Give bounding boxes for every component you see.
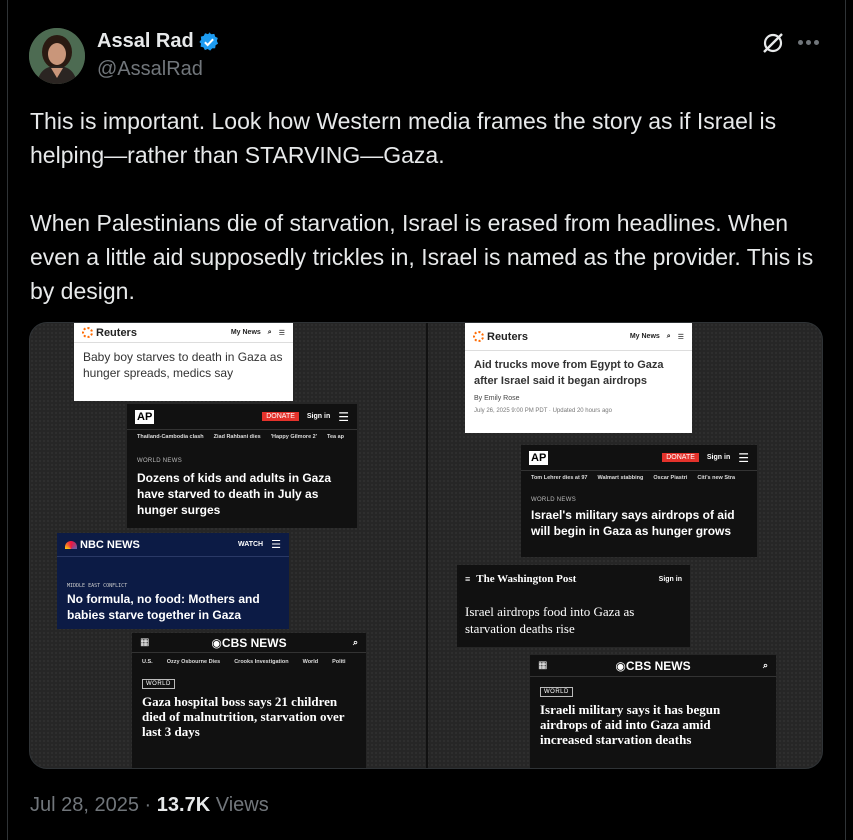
handle[interactable]: @AssalRad bbox=[97, 58, 203, 81]
tweet-meta: Jul 28, 2025 · 13.7K Views bbox=[30, 794, 269, 817]
tweet-date[interactable]: Jul 28, 2025 bbox=[30, 794, 139, 816]
ap-card-right: AP DONATE Sign in ☰ Tom Lehrer dies at 9… bbox=[521, 445, 757, 557]
cbs-card-left: ▦ ◉CBS NEWS ⌕ U.S. Ozzy Osbourne Dies Cr… bbox=[132, 633, 366, 768]
sign-in-link: Sign in bbox=[658, 575, 682, 583]
headline: Aid trucks move from Egypt to Gaza after… bbox=[474, 359, 664, 387]
nav-item: Crooks Investigation bbox=[234, 659, 289, 665]
nav-item: 'Happy Gilmore 2' bbox=[270, 434, 318, 440]
search-icon: ⌕ bbox=[762, 660, 768, 670]
nbc-card: NBC NEWS WATCH ☰ MIDDLE EAST CONFLICT No… bbox=[57, 533, 289, 629]
wapo-card: ≡ The Washington Post Sign in Israel air… bbox=[457, 565, 690, 647]
reuters-card-right: Reuters My News ⌕ ☰ Aid trucks move from E… bbox=[465, 323, 692, 433]
tweet-media[interactable]: Reuters My News ⌕ ☰ Baby boy starves to de… bbox=[29, 322, 823, 769]
sign-in-link: Sign in bbox=[306, 413, 331, 420]
ap-card-left: AP DONATE Sign in ☰ Thailand-Cambodia cl… bbox=[127, 404, 357, 528]
more-icon[interactable] bbox=[798, 40, 819, 45]
nav-item: Walmart stabbing bbox=[597, 475, 644, 481]
tweet-text: This is important. Look how Western medi… bbox=[30, 108, 814, 304]
author-name-row[interactable]: Assal Rad bbox=[97, 30, 220, 53]
search-icon: ⌕ bbox=[352, 637, 358, 647]
ap-nav: Thailand-Cambodia clash Ziad Rahbani die… bbox=[127, 430, 357, 444]
menu-icon: ≡ bbox=[465, 574, 471, 584]
avatar[interactable] bbox=[29, 28, 85, 84]
hamburger-menu-icon: ☰ bbox=[338, 409, 349, 424]
search-icon: ⌕ bbox=[666, 332, 671, 340]
ap-logo: AP bbox=[135, 409, 155, 424]
donate-button: DONATE bbox=[262, 412, 299, 421]
cbs-card-right: ▦ ◉CBS NEWS ⌕ WORLD Israeli military say… bbox=[530, 655, 776, 768]
headline: Dozens of kids and adults in Gaza have s… bbox=[137, 471, 332, 517]
hamburger-menu-icon: ☰ bbox=[271, 539, 281, 551]
nav-item: Ozzy Osbourne Dies bbox=[166, 659, 221, 665]
wapo-logo: The Washington Post bbox=[476, 573, 577, 585]
media-divider bbox=[426, 323, 428, 768]
byline: By Emily Rose bbox=[474, 395, 520, 402]
sign-in-link: Sign in bbox=[706, 454, 731, 461]
views-label: Views bbox=[215, 794, 269, 816]
headline: No formula, no food: Mothers and babies … bbox=[67, 592, 260, 622]
views-count: 13.7K bbox=[156, 794, 211, 816]
nbc-logo: NBC NEWS bbox=[80, 538, 140, 551]
section-tag: WORLD bbox=[142, 679, 175, 689]
nav-item: Citi's new Stra bbox=[697, 475, 736, 481]
ap-nav: Tom Lehrer dies at 97 Walmart stabbing O… bbox=[521, 471, 757, 485]
cbs-nav: U.S. Ozzy Osbourne Dies Crooks Investiga… bbox=[132, 653, 366, 669]
section-tag: WORLD bbox=[540, 687, 573, 697]
grok-icon[interactable] bbox=[760, 30, 786, 56]
reuters-logo-icon bbox=[82, 327, 93, 338]
nav-item: Ziad Rahbani dies bbox=[213, 434, 261, 440]
grid-icon: ▦ bbox=[140, 637, 150, 648]
watch-link: WATCH bbox=[237, 541, 264, 548]
cbs-logo: ◉CBS NEWS bbox=[211, 635, 287, 650]
ap-logo: AP bbox=[529, 450, 549, 465]
verified-badge-icon bbox=[199, 31, 218, 51]
hamburger-menu-icon: ☰ bbox=[677, 333, 684, 341]
nav-item: Oscar Piastri bbox=[653, 475, 688, 481]
headline: Gaza hospital boss says 21 children died… bbox=[142, 694, 345, 739]
grid-icon: ▦ bbox=[538, 660, 548, 671]
headline: Israel's military says airdrops of aid w… bbox=[531, 508, 735, 538]
headline: Israel airdrops food into Gaza as starva… bbox=[465, 604, 635, 636]
search-icon: ⌕ bbox=[267, 328, 272, 336]
donate-button: DONATE bbox=[662, 453, 699, 462]
my-news-link: My News bbox=[629, 333, 660, 340]
headline: Israeli military says it has begun airdr… bbox=[540, 702, 721, 747]
nav-item: Tom Lehrer dies at 97 bbox=[531, 475, 588, 481]
avatar-photo bbox=[29, 28, 85, 84]
dateline: July 26, 2025 9:00 PM PDT · Updated 20 h… bbox=[474, 408, 612, 414]
nav-item: Politi bbox=[332, 659, 346, 665]
meta-separator: · bbox=[144, 794, 152, 816]
nav-item: Tea ap bbox=[327, 434, 345, 440]
reuters-logo: Reuters bbox=[96, 326, 137, 339]
nbc-peacock-icon bbox=[65, 540, 77, 549]
headline: Baby boy starves to death in Gaza as hun… bbox=[83, 350, 283, 380]
hamburger-menu-icon: ☰ bbox=[738, 450, 749, 465]
reuters-logo-icon bbox=[473, 331, 484, 342]
reuters-logo: Reuters bbox=[487, 330, 528, 343]
cbs-logo: ◉CBS NEWS bbox=[615, 658, 691, 673]
nav-item: U.S. bbox=[142, 659, 153, 665]
reuters-card-left: Reuters My News ⌕ ☰ Baby boy starves to de… bbox=[74, 323, 293, 401]
hamburger-menu-icon: ☰ bbox=[278, 329, 285, 337]
my-news-link: My News bbox=[230, 329, 261, 336]
nav-item: Thailand-Cambodia clash bbox=[137, 434, 204, 440]
nav-item: World bbox=[302, 659, 319, 665]
display-name[interactable]: Assal Rad bbox=[97, 30, 194, 53]
